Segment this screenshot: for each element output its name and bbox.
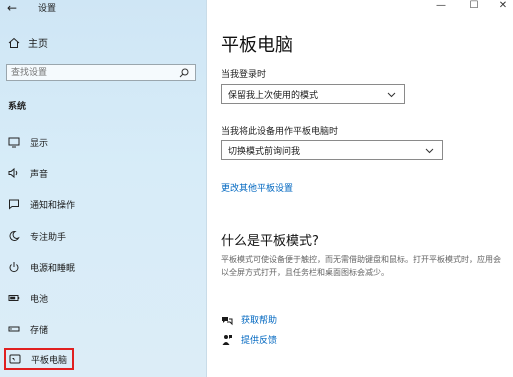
help-icon (222, 316, 233, 325)
window-title: 设置 (38, 4, 57, 14)
home-nav-item[interactable]: 主页 (8, 35, 48, 50)
sidebar-item-label: 存储 (30, 325, 49, 336)
search-icon[interactable] (179, 68, 189, 78)
tablet-mode-value: 切换模式前询问我 (228, 146, 301, 157)
home-label: 主页 (28, 39, 48, 50)
sidebar-item-label: 显示 (30, 138, 49, 149)
section-title: 系统 (8, 102, 27, 112)
search-input[interactable] (11, 65, 171, 80)
sidebar-item-label: 电池 (30, 294, 49, 305)
sidebar-item-focus-assist[interactable]: 专注助手 (5, 225, 195, 247)
home-icon (8, 37, 20, 48)
tablet-mode-description: 平板模式可使设备便于触控，而无需借助键盘和鼠标。打开平板模式时，应用会以全屏方式… (221, 255, 501, 277)
sidebar-item-label: 声音 (30, 169, 49, 180)
notification-icon (9, 199, 19, 210)
login-mode-dropdown[interactable]: 保留我上次使用的模式 (221, 84, 405, 104)
login-mode-label: 当我登录时 (221, 70, 267, 80)
focus-assist-icon (9, 230, 20, 241)
page-title: 平板电脑 (221, 35, 293, 56)
storage-icon (8, 326, 20, 332)
main-content: 平板电脑 当我登录时 保留我上次使用的模式 当我将此设备用作平板电脑时 切换模式… (207, 0, 513, 377)
display-icon (8, 137, 20, 148)
chevron-down-icon (387, 92, 396, 98)
tablet-icon (9, 354, 21, 364)
back-arrow-icon[interactable]: ← (7, 0, 23, 16)
sidebar: ← 设置 主页 系统 显示 声音 通知和操作 专注助手 电源和睡眠 电池 存储 … (0, 0, 207, 377)
search-box[interactable] (6, 64, 196, 81)
sound-icon (8, 167, 18, 179)
get-help-link[interactable]: 获取帮助 (221, 313, 277, 326)
sidebar-item-label: 电源和睡眠 (30, 263, 76, 274)
battery-icon (8, 295, 20, 301)
login-mode-value: 保留我上次使用的模式 (228, 90, 319, 101)
what-is-tablet-mode-heading: 什么是平板模式? (221, 234, 319, 249)
sidebar-item-tablet[interactable]: 平板电脑 (4, 348, 74, 370)
sidebar-item-notifications[interactable]: 通知和操作 (5, 193, 195, 215)
sidebar-item-sound[interactable]: 声音 (5, 162, 195, 184)
sidebar-item-display[interactable]: 显示 (5, 131, 195, 153)
more-tablet-settings-link[interactable]: 更改其他平板设置 (221, 181, 293, 194)
chevron-down-icon (425, 148, 434, 154)
feedback-icon (222, 334, 232, 345)
sidebar-item-storage[interactable]: 存储 (5, 318, 195, 340)
power-icon (9, 262, 19, 273)
sidebar-item-label: 专注助手 (30, 232, 67, 243)
sidebar-item-label: 通知和操作 (30, 200, 76, 211)
get-help-label: 获取帮助 (241, 316, 278, 326)
tablet-mode-dropdown[interactable]: 切换模式前询问我 (221, 140, 443, 160)
give-feedback-link[interactable]: 提供反馈 (221, 333, 277, 346)
sidebar-item-power-sleep[interactable]: 电源和睡眠 (5, 256, 195, 278)
sidebar-item-label: 平板电脑 (31, 355, 68, 366)
sidebar-item-battery[interactable]: 电池 (5, 287, 195, 309)
give-feedback-label: 提供反馈 (241, 336, 278, 346)
tablet-mode-label: 当我将此设备用作平板电脑时 (221, 127, 339, 137)
